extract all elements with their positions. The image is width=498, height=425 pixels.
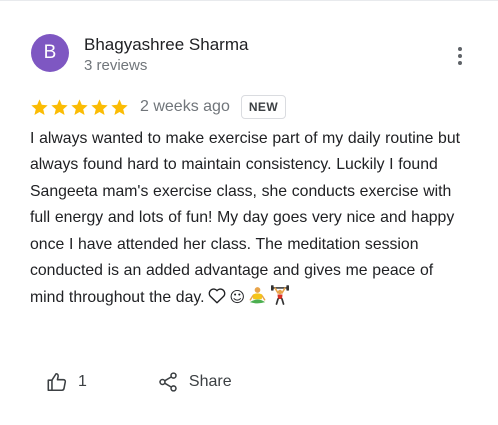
- star-icon: [111, 98, 128, 115]
- more-vert-icon-dot: [458, 54, 462, 58]
- more-vert-icon-dot: [458, 61, 462, 65]
- reviewer-name[interactable]: Bhagyashree Sharma: [84, 35, 248, 55]
- star-icon: [71, 98, 88, 115]
- like-count: 1: [78, 373, 87, 390]
- review-card: B Bhagyashree Sharma 3 reviews 2 weeks a…: [0, 0, 498, 425]
- more-vert-icon-dot: [458, 47, 462, 51]
- person-lifting-weights-icon: [271, 285, 290, 306]
- avatar[interactable]: B: [31, 34, 69, 72]
- person-in-lotus-position-icon: [249, 287, 266, 304]
- star-icon: [31, 98, 48, 115]
- emoji-row: ☺: [205, 285, 291, 307]
- review-text: I always wanted to make exercise part of…: [30, 126, 470, 312]
- share-button[interactable]: Share: [157, 371, 232, 393]
- thumbs-up-icon: [47, 372, 67, 392]
- like-button[interactable]: 1: [46, 371, 87, 393]
- star-icon: [91, 98, 108, 115]
- smiley-icon: ☺: [229, 288, 246, 307]
- reviewer-review-count: 3 reviews: [84, 57, 148, 74]
- share-icon: [159, 372, 177, 392]
- new-badge: NEW: [240, 95, 287, 119]
- review-time: 2 weeks ago: [140, 98, 230, 115]
- share-label: Share: [188, 373, 232, 390]
- heart-outline-icon: [208, 288, 225, 304]
- star-icon: [51, 98, 68, 115]
- more-options-button[interactable]: [448, 44, 472, 68]
- review-actions: 1 Share: [46, 369, 232, 395]
- avatar-initial: B: [43, 42, 57, 63]
- review-body: I always wanted to make exercise part of…: [30, 130, 461, 307]
- star-rating: [30, 98, 130, 117]
- rating-row: 2 weeks ago NEW: [30, 95, 287, 119]
